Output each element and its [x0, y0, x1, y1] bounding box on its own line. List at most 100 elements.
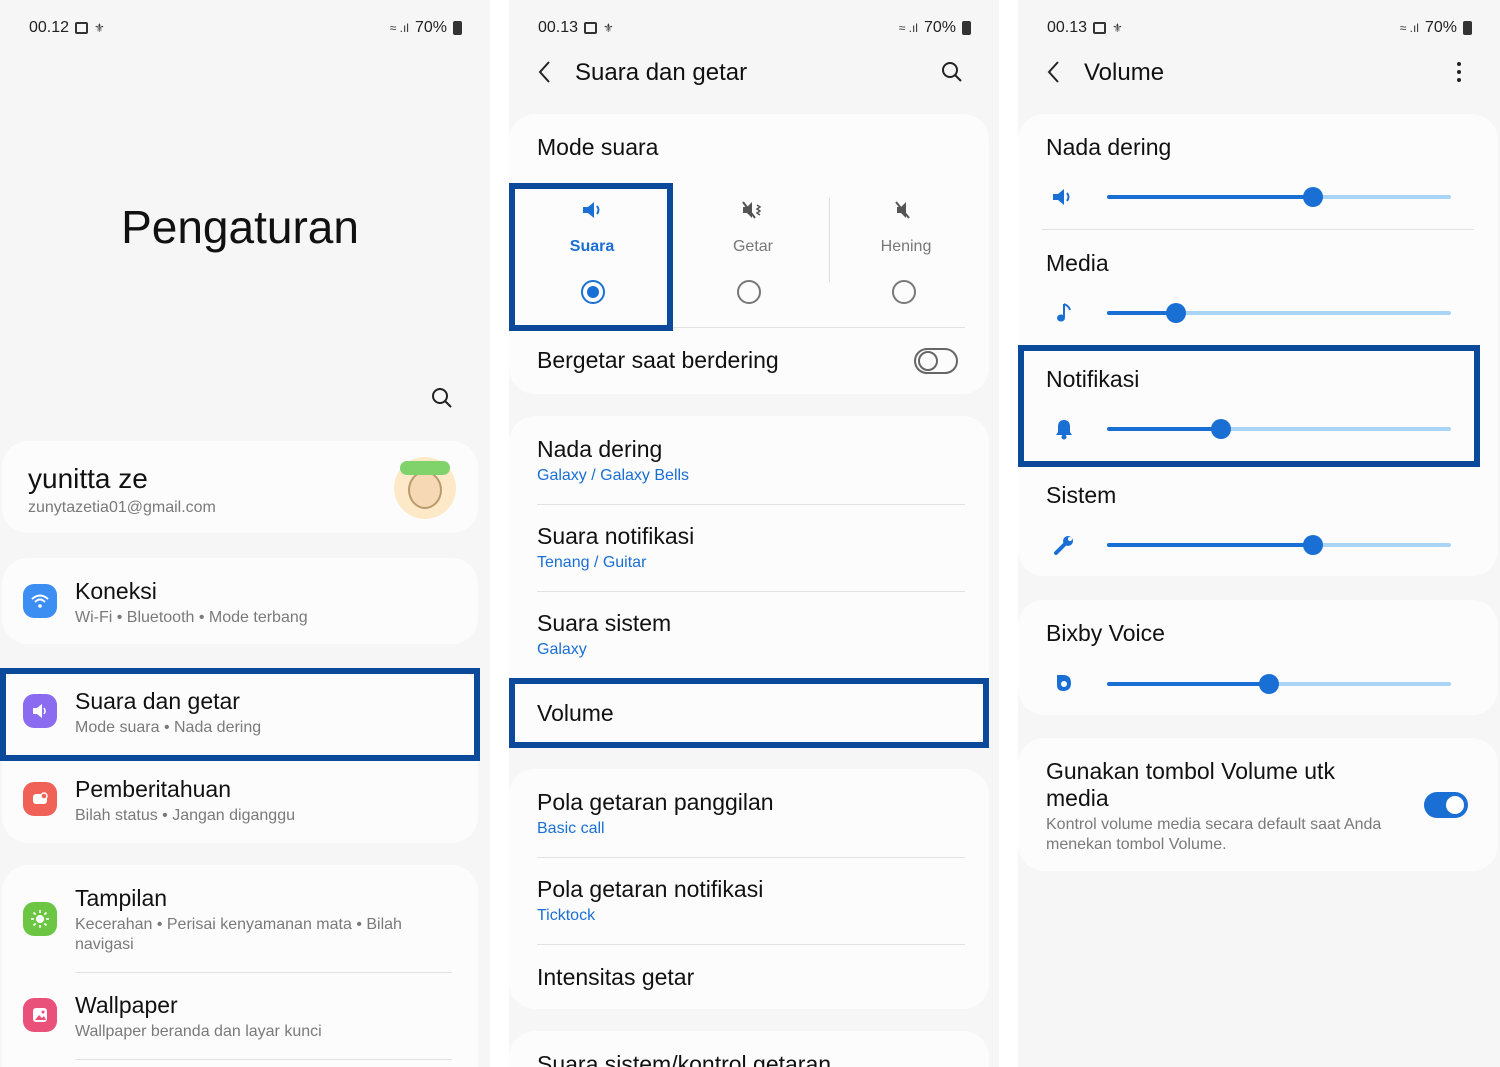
mode-label: Hening	[880, 238, 932, 255]
mode-option-hening[interactable]: Hening	[831, 184, 987, 328]
divider	[829, 198, 830, 282]
highlight-box	[0, 668, 480, 761]
divider	[1042, 229, 1474, 230]
list-item-suara-notifikasi[interactable]: Suara notifikasi Tenang / Guitar	[509, 504, 989, 591]
item-subtitle: Wi-Fi • Bluetooth • Mode terbang	[75, 609, 308, 626]
list-item[interactable]: Koneksi Wi-Fi • Bluetooth • Mode terbang	[2, 558, 478, 644]
vibrate-mute-icon	[742, 201, 762, 219]
volume-slider[interactable]	[1107, 303, 1451, 323]
slider-label: Sistem	[1046, 482, 1117, 508]
volume-slider[interactable]	[1107, 535, 1451, 555]
slider-knob[interactable]	[1303, 535, 1324, 555]
setting-title-cont: media	[1046, 785, 1109, 811]
back-icon[interactable]	[537, 60, 553, 84]
slider-knob[interactable]	[1165, 303, 1186, 323]
slider-fill	[1107, 682, 1269, 686]
vibrate-ring-toggle[interactable]	[914, 348, 958, 374]
battery-icon	[453, 21, 462, 35]
item-value: Galaxy	[537, 641, 587, 658]
battery-level: 70%	[923, 19, 956, 36]
list-item-nada-dering[interactable]: Nada dering Galaxy / Galaxy Bells	[509, 416, 989, 504]
slider-fill	[1107, 195, 1314, 199]
list-item-pola-getaran-panggilan[interactable]: Pola getaran panggilan Basic call	[509, 769, 989, 857]
battery-icon	[962, 21, 971, 35]
more-options-icon[interactable]	[1456, 60, 1462, 84]
wifi-signal-icon: ≈ .ıl	[1399, 21, 1419, 35]
status-time: 00.13	[1047, 19, 1088, 36]
bixby-card: Bixby Voice	[1018, 600, 1498, 715]
setting-title: Gunakan tombol Volume utk	[1046, 758, 1335, 784]
battery-level: 70%	[1424, 19, 1457, 36]
search-icon[interactable]	[430, 386, 454, 410]
image-notification-icon	[584, 22, 598, 34]
list-item-intensitas-getar[interactable]: Intensitas getar	[509, 944, 989, 1009]
list-item-pola-getaran-notifikasi[interactable]: Pola getaran notifikasi Ticktock	[509, 857, 989, 944]
status-bar: 00.13 ⚜ ≈ .ıl 70%	[1047, 16, 1472, 40]
setting-description-cont: menekan tombol Volume.	[1046, 836, 1227, 853]
notification-icon: ⚜	[94, 21, 105, 35]
account-card[interactable]: yunitta ze zunytazetia01@gmail.com	[2, 441, 478, 533]
music-note-icon	[1057, 303, 1071, 322]
status-bar: 00.12 ⚜ ≈ .ıl 70%	[29, 16, 462, 40]
bixby-icon	[1057, 675, 1071, 691]
speaker-icon	[1053, 189, 1070, 205]
slider-knob[interactable]	[1303, 187, 1324, 207]
list-item-suara-sistem[interactable]: Suara sistem Galaxy	[509, 591, 989, 678]
list-item-suara-sistem-kontrol-getaran[interactable]: Suara sistem/kontrol getaran	[509, 1031, 989, 1067]
status-time: 00.13	[538, 19, 579, 36]
notification-icon: ⚜	[603, 21, 614, 35]
mode-option-getar[interactable]: Getar	[675, 184, 831, 328]
account-name: yunitta ze	[28, 463, 148, 494]
vibration-list-card: Pola getaran panggilan Basic call Pola g…	[509, 769, 989, 1009]
radio-hening[interactable]	[892, 280, 916, 304]
media-volume-toggle[interactable]	[1424, 792, 1468, 818]
sound-mode-header: Mode suara	[537, 134, 659, 160]
item-title: Suara sistem	[537, 610, 672, 636]
media-volume-key-card[interactable]: Gunakan tombol Volume utk media Kontrol …	[1018, 738, 1498, 871]
radio-getar[interactable]	[737, 280, 761, 304]
page-title: Pengaturan	[121, 201, 359, 253]
status-time: 00.12	[29, 19, 70, 36]
sound-vibration-panel: 00.13 ⚜ ≈ .ıl 70% Suara dan getar Mode sua…	[509, 0, 999, 1067]
image-notification-icon	[75, 22, 89, 34]
page-title: Volume	[1084, 59, 1165, 86]
item-title: Suara sistem/kontrol getaran	[537, 1051, 832, 1067]
slider-knob[interactable]	[1258, 674, 1279, 694]
item-title: Pola getaran notifikasi	[537, 876, 764, 902]
battery-icon	[1463, 21, 1472, 35]
vibrate-ring-label: Bergetar saat berdering	[537, 347, 779, 373]
volume-panel: 00.13 ⚜ ≈ .ıl 70% Volume Nada dering Media…	[1018, 0, 1500, 1067]
list-item-wallpaper[interactable]	[2, 972, 478, 1059]
volume-slider[interactable]	[1107, 187, 1451, 207]
divider	[75, 1059, 452, 1060]
list-item-tampilan[interactable]	[2, 865, 478, 972]
slider-label: Nada dering	[1046, 134, 1172, 160]
settings-panel: 00.12 ⚜ ≈ .ıl 70% Pengaturan yunitta ze zu…	[0, 0, 490, 1067]
wifi-icon	[23, 584, 57, 618]
list-item-pemberitahuan[interactable]	[2, 755, 478, 842]
slider-fill	[1107, 543, 1314, 547]
back-icon[interactable]	[1046, 60, 1062, 84]
item-value: Galaxy / Galaxy Bells	[537, 467, 690, 484]
item-title: Suara notifikasi	[537, 523, 695, 549]
item-title: Pola getaran panggilan	[537, 789, 774, 815]
mode-label: Getar	[732, 238, 773, 255]
item-value: Ticktock	[537, 907, 596, 924]
item-title: Intensitas getar	[537, 964, 695, 990]
volume-slider[interactable]	[1107, 674, 1451, 694]
item-value: Basic call	[537, 820, 605, 837]
avatar[interactable]	[394, 457, 456, 519]
image-notification-icon	[1093, 22, 1107, 34]
search-icon[interactable]	[940, 60, 964, 84]
wifi-signal-icon: ≈ .ıl	[389, 21, 409, 35]
page-title: Suara dan getar	[575, 59, 748, 86]
setting-description: Kontrol volume media secara default saat…	[1046, 816, 1382, 833]
highlight-box	[509, 678, 989, 748]
status-bar: 00.13 ⚜ ≈ .ıl 70%	[538, 16, 971, 40]
slider-label: Bixby Voice	[1046, 620, 1165, 646]
account-email: zunytazetia01@gmail.com	[28, 499, 216, 516]
notification-icon: ⚜	[1112, 21, 1123, 35]
highlight-box	[1018, 345, 1480, 467]
highlight-box	[509, 183, 673, 331]
mute-icon	[895, 201, 910, 219]
